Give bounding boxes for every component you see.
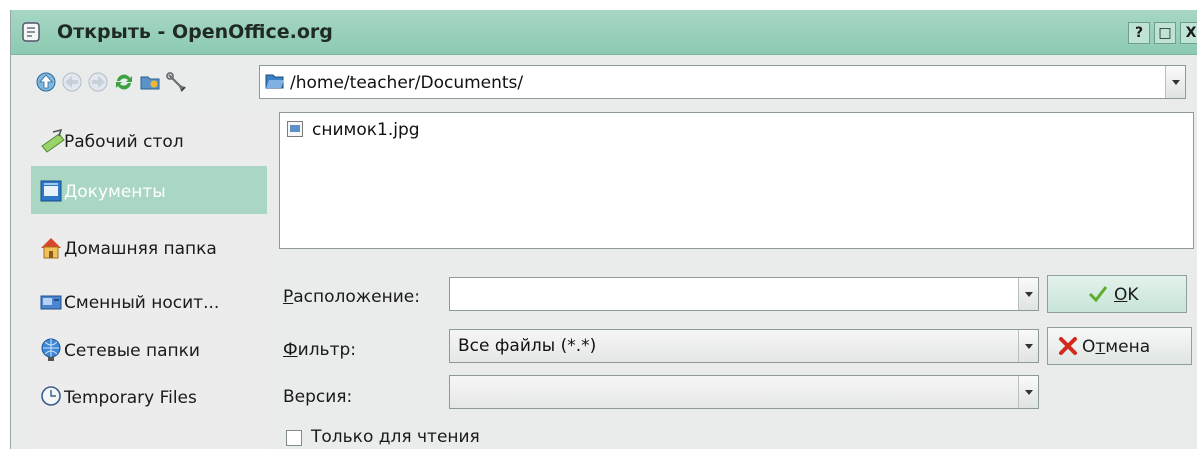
back-arrow-icon[interactable] <box>61 71 83 93</box>
sidebar-item-label: Домашняя папка <box>64 239 217 259</box>
image-file-icon <box>287 121 303 137</box>
openoffice-app-icon <box>22 22 40 42</box>
sidebar-item-label: Рабочий стол <box>64 132 184 152</box>
cancel-button-label: Отмена <box>1082 337 1151 357</box>
folder-open-icon <box>265 74 284 89</box>
readonly-label[interactable]: Только для чтения <box>311 427 480 447</box>
title-bar[interactable]: Открыть - OpenOffice.org ? □ X <box>11 10 1197 55</box>
filter-select[interactable]: Все файлы (*.*) <box>449 329 1039 363</box>
help-button[interactable]: ? <box>1128 22 1150 44</box>
clock-icon <box>41 386 61 406</box>
path-combobox[interactable]: /home/teacher/Documents/ <box>259 65 1186 99</box>
ok-button-label: OK <box>1114 285 1139 305</box>
network-folders-icon <box>41 338 61 361</box>
path-value: /home/teacher/Documents/ <box>290 73 524 93</box>
sidebar-item-label: Сетевые папки <box>64 341 200 361</box>
maximize-button[interactable]: □ <box>1154 22 1176 44</box>
sidebar-item-temporary[interactable]: Temporary Files <box>31 372 267 420</box>
filter-value: Все файлы (*.*) <box>458 336 597 356</box>
close-button[interactable]: X <box>1180 22 1197 44</box>
window-title: Открыть - OpenOffice.org <box>57 21 333 43</box>
location-label: Расположение: <box>283 287 420 307</box>
sidebar-item-documents[interactable]: Документы <box>31 166 267 214</box>
readonly-checkbox[interactable] <box>286 430 302 446</box>
file-name: снимок1.jpg <box>312 120 420 140</box>
location-input[interactable] <box>449 277 1039 311</box>
home-icon <box>41 238 61 259</box>
wrench-icon[interactable] <box>165 71 187 93</box>
cancel-button[interactable]: Отмена <box>1047 327 1192 365</box>
version-select[interactable] <box>449 375 1039 409</box>
filter-label: Фильтр: <box>283 340 356 360</box>
chevron-down-icon[interactable] <box>1165 66 1185 98</box>
sidebar-item-label: Документы <box>64 182 166 202</box>
sidebar-item-label: Сменный носит... <box>64 293 220 313</box>
sidebar-item-home[interactable]: Домашняя папка <box>31 223 267 271</box>
up-folder-icon[interactable] <box>35 71 57 93</box>
chevron-down-icon[interactable] <box>1018 330 1038 362</box>
desktop-icon <box>41 128 65 153</box>
open-dialog: Открыть - OpenOffice.org ? □ X /home/tea… <box>10 10 1197 449</box>
removable-media-icon <box>40 295 62 310</box>
chevron-down-icon[interactable] <box>1018 376 1038 408</box>
sidebar-item-network[interactable]: Сетевые папки <box>31 325 267 373</box>
sidebar-item-desktop[interactable]: Рабочий стол <box>31 116 267 164</box>
version-label: Версия: <box>283 387 353 407</box>
checkmark-icon <box>1088 286 1108 303</box>
documents-icon <box>40 180 62 202</box>
ok-button[interactable]: OK <box>1047 275 1187 313</box>
file-list[interactable]: снимок1.jpg <box>279 112 1194 249</box>
sidebar-item-removable[interactable]: Сменный носит... <box>31 277 267 325</box>
sidebar-item-label: Temporary Files <box>64 388 197 408</box>
chevron-down-icon[interactable] <box>1018 278 1038 310</box>
new-folder-icon[interactable] <box>139 71 161 93</box>
red-x-icon <box>1059 337 1077 355</box>
forward-arrow-icon[interactable] <box>87 71 109 93</box>
places-sidebar: Рабочий стол Документы Домашняя папка См… <box>31 110 267 449</box>
refresh-icon[interactable] <box>113 71 135 93</box>
